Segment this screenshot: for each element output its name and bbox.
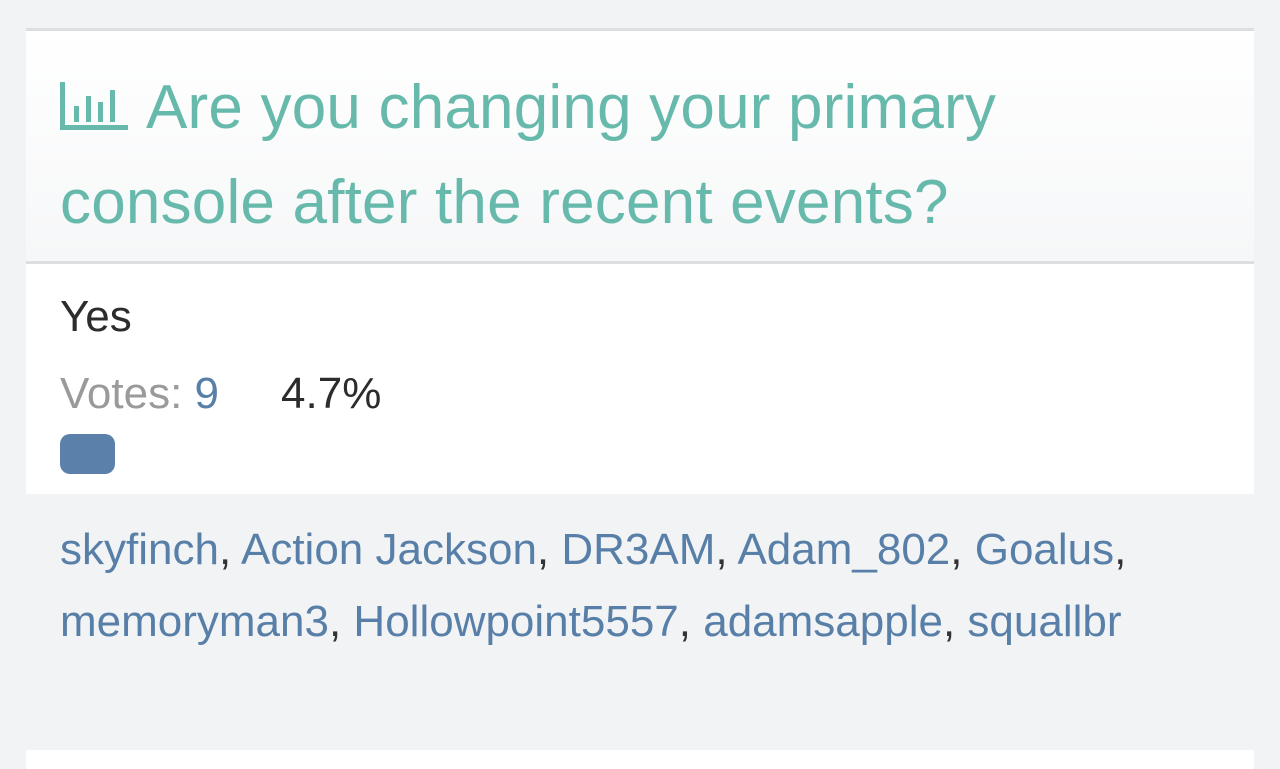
voter-separator: ,: [942, 597, 968, 646]
poll-title: Are you changing your primary console af…: [60, 61, 1220, 249]
voter-name-link[interactable]: squallbr: [967, 597, 1121, 646]
poll-header: Are you changing your primary console af…: [26, 28, 1254, 264]
vote-bar-fill: [60, 434, 115, 474]
vote-bar-track: [60, 434, 1220, 474]
voter-name-link[interactable]: Goalus: [975, 525, 1114, 574]
voter-separator: ,: [328, 597, 354, 646]
voters-section: skyfinch, Action Jackson, DR3AM, Adam_80…: [26, 494, 1254, 750]
voter-name-link[interactable]: memoryman3: [60, 597, 329, 646]
voter-name-link[interactable]: skyfinch: [60, 525, 219, 574]
next-option-edge: [26, 750, 1254, 769]
voter-separator: ,: [218, 525, 241, 574]
option-label: Yes: [60, 292, 132, 341]
votes-label: Votes:: [60, 369, 195, 418]
voter-name-link[interactable]: Action Jackson: [241, 525, 537, 574]
votes-count[interactable]: 9: [195, 369, 219, 418]
bar-chart-icon: [60, 63, 128, 156]
voter-separator: ,: [1114, 525, 1127, 574]
poll-title-text: Are you changing your primary console af…: [60, 73, 997, 237]
voter-separator: ,: [950, 525, 975, 574]
voter-separator: ,: [715, 525, 738, 574]
voter-name-link[interactable]: DR3AM: [561, 525, 715, 574]
voter-list: skyfinch, Action Jackson, DR3AM, Adam_80…: [60, 514, 1170, 658]
voter-name-link[interactable]: Adam_802: [737, 525, 950, 574]
poll-card: Are you changing your primary console af…: [26, 28, 1254, 769]
voter-separator: ,: [678, 597, 704, 646]
votes-line: Votes: 9 4.7%: [60, 369, 381, 419]
voter-name-link[interactable]: adamsapple: [703, 597, 943, 646]
poll-option-yes: Yes Votes: 9 4.7%: [26, 264, 1254, 494]
voter-name-link[interactable]: Hollowpoint5557: [353, 597, 678, 646]
voter-separator: ,: [536, 525, 562, 574]
votes-percent: 4.7%: [281, 369, 382, 418]
